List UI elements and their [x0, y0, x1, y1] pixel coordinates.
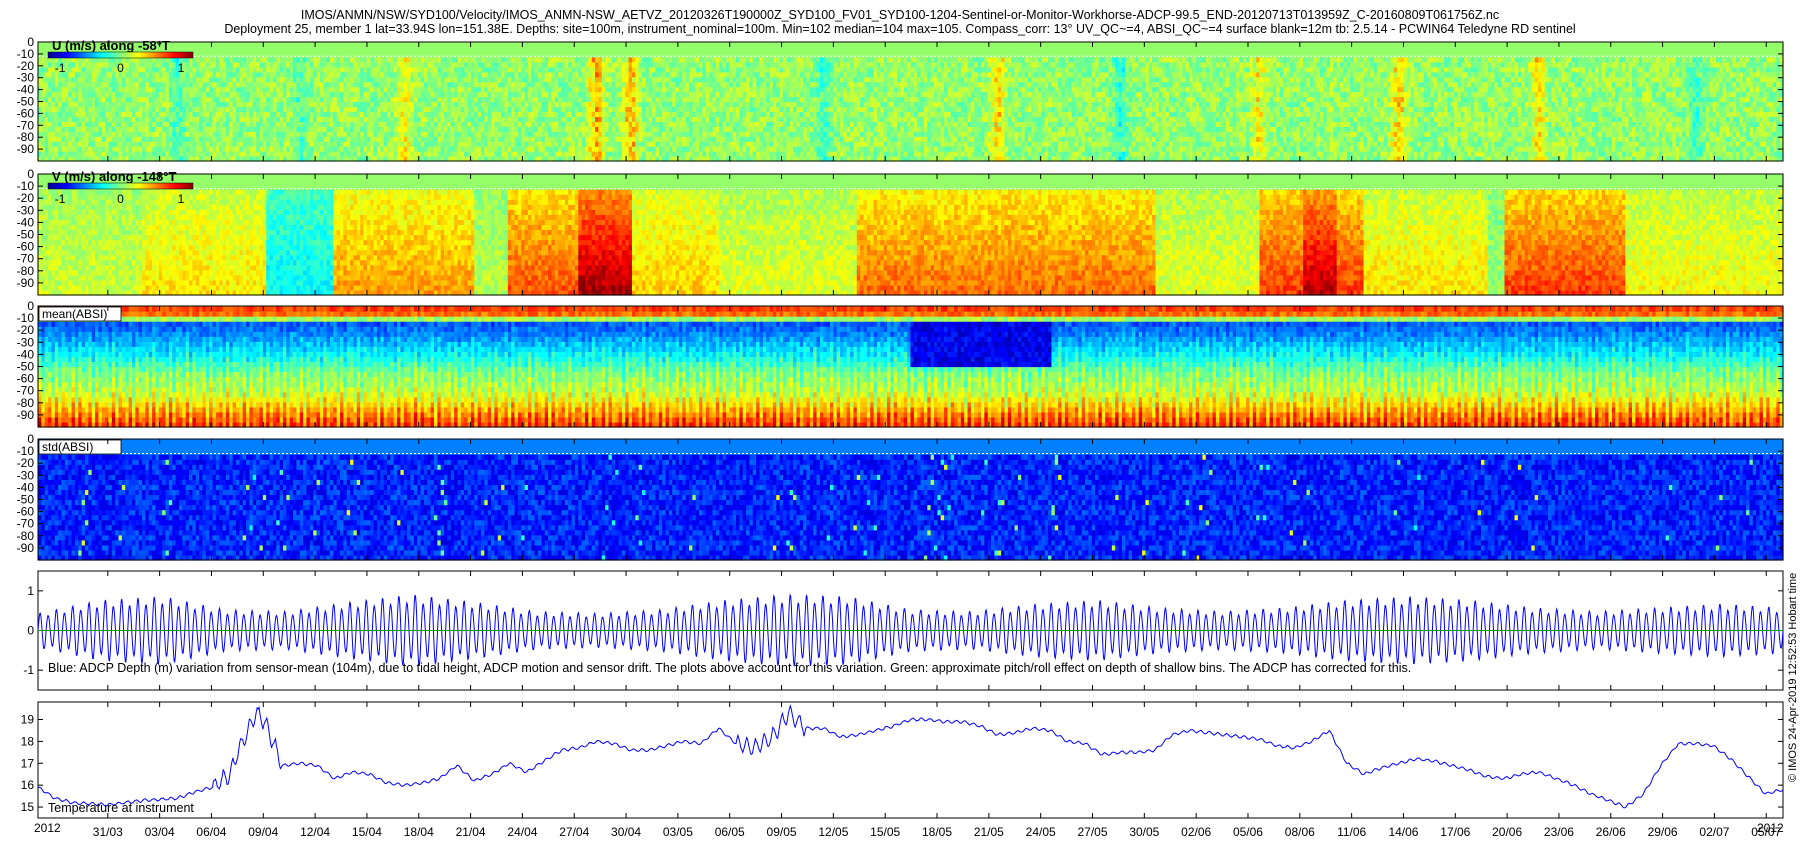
panels-layer: 0-10-20-30-40-50-60-70-80-90U (m/s) alon…: [17, 35, 1800, 839]
figure: 0-10-20-30-40-50-60-70-80-90U (m/s) alon…: [0, 0, 1800, 850]
u-velocity-panel: 0-10-20-30-40-50-60-70-80-90U (m/s) alon…: [17, 35, 1784, 162]
